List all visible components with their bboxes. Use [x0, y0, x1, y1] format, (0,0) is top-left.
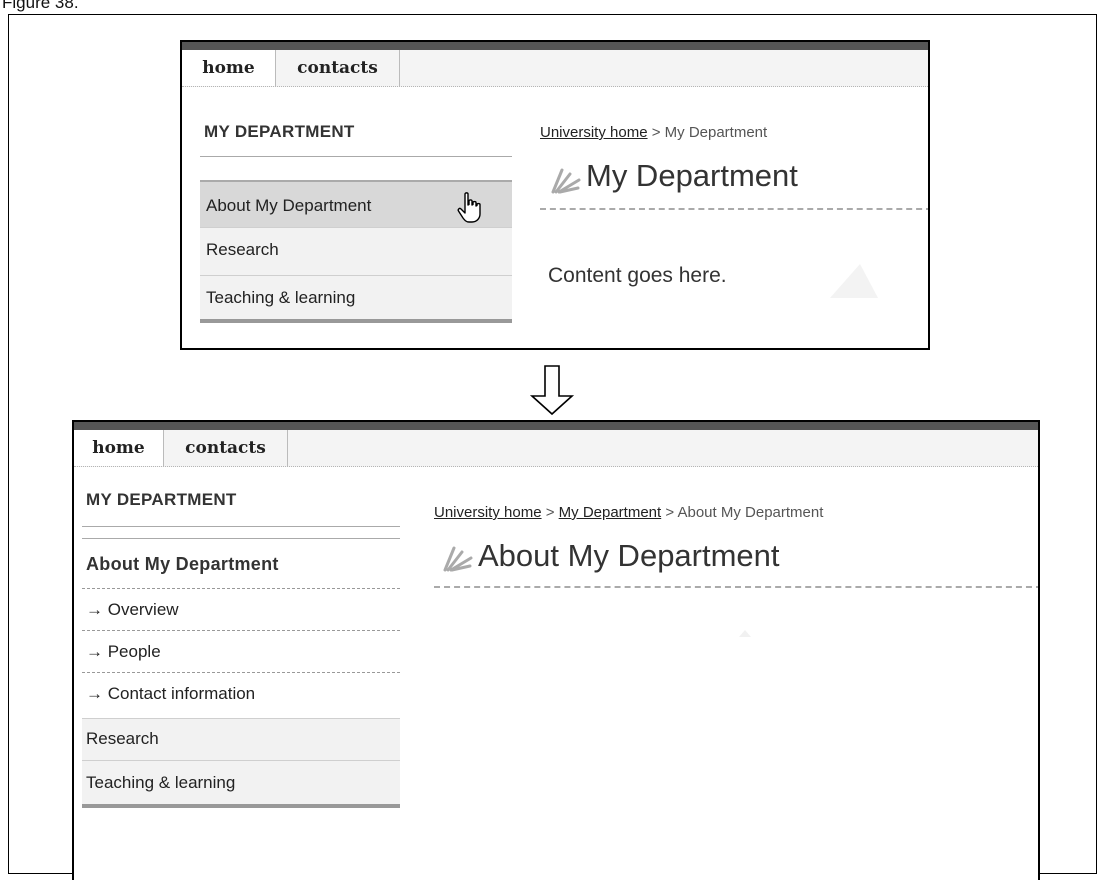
top-bar: [74, 422, 1038, 430]
breadcrumb-link-university-home[interactable]: University home: [540, 124, 648, 141]
sidebar-subitem-overview[interactable]: → Overview: [86, 600, 179, 620]
divider: [82, 526, 400, 527]
page-title: About My Department: [478, 538, 780, 573]
sidebar-item-about[interactable]: About My Department: [200, 180, 512, 227]
divider: [200, 156, 512, 157]
sidebar-item-label: Teaching & learning: [206, 288, 356, 307]
top-bar: [182, 42, 928, 50]
sidebar-item-label: Research: [86, 729, 159, 748]
leaf-logo-icon: [551, 168, 581, 194]
divider: [82, 588, 400, 589]
breadcrumb-current: My Department: [664, 124, 768, 141]
sidebar-item-label: Research: [206, 240, 279, 259]
sidebar: MY DEPARTMENT About My Department → Over…: [82, 466, 400, 880]
page-title: My Department: [586, 158, 798, 193]
hand-cursor-icon: [457, 192, 481, 223]
sidebar-subitem-contact-information[interactable]: → Contact information: [86, 684, 255, 704]
after-screenshot: home contacts MY DEPARTMENT About My Dep…: [72, 420, 1040, 880]
divider: [82, 630, 400, 631]
sidebar-item-research[interactable]: Research: [82, 718, 400, 760]
nav-bar: home contacts: [74, 430, 1038, 467]
title-underline: [540, 208, 928, 210]
title-underline: [434, 586, 1038, 588]
breadcrumb: University home > My Department: [540, 124, 768, 141]
tab-contacts[interactable]: contacts: [164, 430, 288, 466]
figure-label: Figure 38.: [2, 0, 79, 12]
breadcrumb: University home > My Department > About …: [434, 504, 824, 521]
breadcrumb-link-university-home[interactable]: University home: [434, 504, 542, 521]
leaf-logo-icon: [443, 546, 473, 572]
down-arrow-icon: [529, 365, 575, 416]
sidebar-subitem-people[interactable]: → People: [86, 642, 161, 662]
sidebar: MY DEPARTMENT About My Department Resear…: [200, 86, 512, 348]
before-screenshot: home contacts MY DEPARTMENT About My Dep…: [180, 40, 930, 350]
watermark-icon: [739, 630, 751, 637]
sidebar-item-label: About My Department: [206, 196, 372, 215]
sidebar-heading: MY DEPARTMENT: [204, 122, 355, 141]
tab-home[interactable]: home: [74, 430, 164, 466]
watermark-icon: [830, 264, 878, 298]
tab-home[interactable]: home: [182, 50, 276, 86]
nav-bar: home contacts: [182, 50, 928, 87]
sidebar-section-heading[interactable]: About My Department: [86, 554, 279, 575]
content-text: Content goes here.: [548, 264, 727, 287]
sidebar-item-teaching[interactable]: Teaching & learning: [200, 275, 512, 323]
tab-contacts[interactable]: contacts: [276, 50, 400, 86]
breadcrumb-link-my-department[interactable]: My Department: [559, 504, 662, 521]
sidebar-heading: MY DEPARTMENT: [86, 490, 237, 509]
divider: [82, 672, 400, 673]
divider: [82, 538, 400, 539]
sidebar-item-research[interactable]: Research: [200, 227, 512, 275]
sidebar-item-label: Teaching & learning: [86, 773, 236, 792]
sidebar-item-teaching[interactable]: Teaching & learning: [82, 760, 400, 808]
breadcrumb-current: About My Department: [677, 504, 824, 521]
